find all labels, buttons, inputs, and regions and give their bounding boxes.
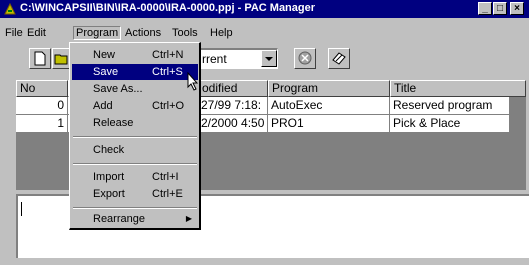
- menu-item-shortcut: Ctrl+S: [152, 66, 183, 78]
- close-button[interactable]: ×: [510, 2, 524, 15]
- cell-program: PRO1: [268, 115, 390, 133]
- menu-separator: [73, 163, 197, 165]
- cell-program: AutoExec: [268, 97, 390, 115]
- column-header-program[interactable]: Program: [268, 80, 390, 97]
- menu-program[interactable]: Program: [73, 26, 122, 40]
- menu-item-rearrange[interactable]: Rearrange ▶: [72, 211, 198, 227]
- cell-no: 1: [16, 115, 68, 133]
- menu-file[interactable]: File: [3, 27, 25, 39]
- new-file-icon: [34, 51, 46, 66]
- mouse-pointer-icon: [187, 72, 199, 91]
- text-caret: [21, 202, 22, 216]
- menu-bar: File Edit Program Actions Tools Help: [0, 26, 529, 42]
- eraser-icon: [332, 52, 346, 65]
- app-icon: [4, 2, 16, 15]
- menu-item-release[interactable]: Release: [72, 115, 198, 131]
- menu-item-label: Save As...: [93, 83, 143, 95]
- menu-item-label: Import: [93, 171, 125, 183]
- menu-item-import[interactable]: Import Ctrl+I: [72, 169, 198, 185]
- menu-help[interactable]: Help: [208, 27, 235, 39]
- menu-item-export[interactable]: Export Ctrl+E: [72, 186, 198, 202]
- cell-no: 0: [16, 97, 68, 115]
- stop-button[interactable]: [294, 48, 316, 69]
- stop-icon: [298, 51, 312, 65]
- menu-item-shortcut: Ctrl+O: [152, 100, 185, 112]
- menu-item-label: Save: [93, 66, 119, 78]
- maximize-button[interactable]: □: [493, 2, 507, 15]
- menu-separator: [73, 136, 197, 138]
- menu-item-shortcut: Ctrl+E: [152, 188, 183, 200]
- menu-actions[interactable]: Actions: [123, 27, 163, 39]
- menu-item-save-as[interactable]: Save As...: [72, 81, 198, 97]
- menu-item-new[interactable]: New Ctrl+N: [72, 47, 198, 63]
- menu-item-add[interactable]: Add Ctrl+O: [72, 98, 198, 114]
- combo-dropdown-button[interactable]: [261, 50, 277, 67]
- column-header-no[interactable]: No: [16, 80, 68, 97]
- menu-item-label: Export: [93, 188, 125, 200]
- menu-item-label: New: [93, 49, 116, 61]
- menu-tools[interactable]: Tools: [170, 27, 200, 39]
- chevron-down-icon: [265, 57, 273, 61]
- menu-item-label: Add: [93, 100, 113, 112]
- menu-separator: [73, 207, 197, 209]
- menu-item-shortcut: Ctrl+N: [152, 49, 184, 61]
- window-title: C:\WINCAPSII\BIN\IRA-0000\IRA-0000.ppj -…: [20, 2, 316, 14]
- menu-item-label: Rearrange: [93, 213, 145, 225]
- new-file-button[interactable]: [29, 48, 51, 69]
- submenu-arrow-icon: ▶: [185, 214, 192, 223]
- minimize-button[interactable]: _: [478, 2, 492, 15]
- menu-item-label: Release: [93, 117, 134, 129]
- combo-value: rrent: [202, 52, 227, 66]
- menu-edit[interactable]: Edit: [25, 27, 48, 39]
- program-combo[interactable]: rrent: [196, 48, 278, 69]
- cell-title: Pick & Place: [390, 115, 510, 133]
- eraser-button[interactable]: [328, 48, 350, 69]
- menu-item-label: Check: [93, 144, 125, 156]
- title-bar[interactable]: C:\WINCAPSII\BIN\IRA-0000\IRA-0000.ppj -…: [0, 0, 529, 18]
- menu-item-shortcut: Ctrl+I: [152, 171, 179, 183]
- cell-title: Reserved program: [390, 97, 510, 115]
- column-header-title[interactable]: Title: [390, 80, 526, 97]
- program-menu-dropdown: New Ctrl+N Save Ctrl+S Save As... Add Ct…: [69, 42, 201, 230]
- menu-item-save[interactable]: Save Ctrl+S: [72, 64, 198, 80]
- menu-item-check[interactable]: Check: [72, 142, 198, 158]
